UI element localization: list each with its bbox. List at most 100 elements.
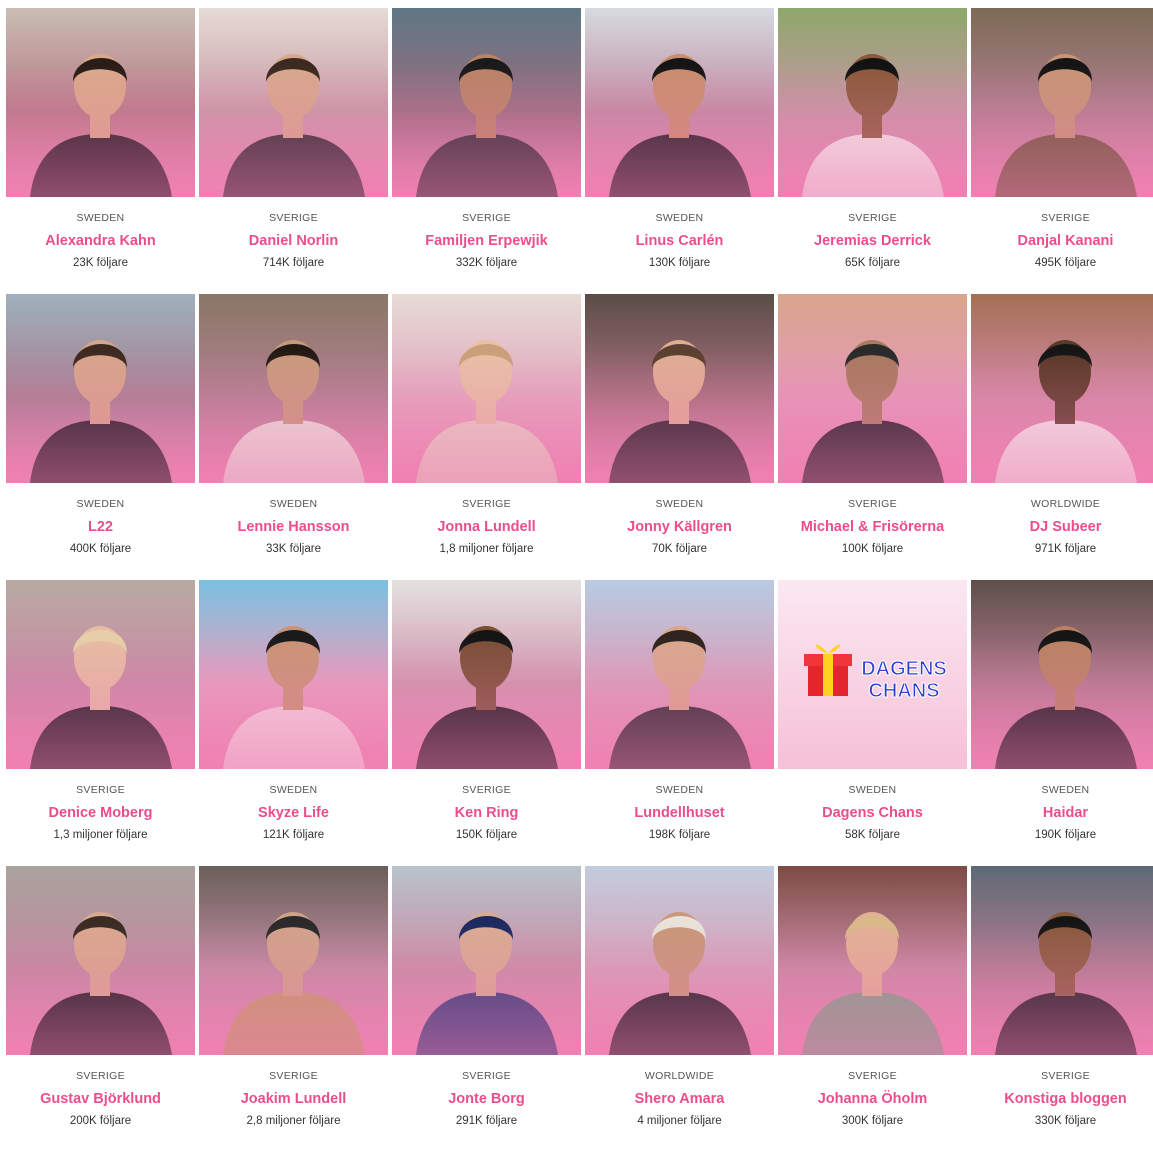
influencer-name[interactable]: Lundellhuset — [585, 804, 774, 822]
influencer-photo[interactable] — [392, 8, 581, 197]
influencer-card[interactable]: SVERIGE Denice Moberg 1,3 miljoner följa… — [6, 580, 195, 866]
influencer-photo[interactable] — [6, 8, 195, 197]
influencer-country: WORLDWIDE — [1030, 498, 1101, 510]
influencer-card[interactable]: WORLDWIDE Shero Amara 4 miljoner följare — [585, 866, 774, 1152]
influencer-card[interactable]: SWEDEN Jonny Källgren 70K följare — [585, 294, 774, 580]
influencer-card[interactable]: SVERIGE Johanna Öholm 300K följare — [778, 866, 967, 1152]
influencer-name[interactable]: Denice Moberg — [6, 804, 195, 822]
influencer-card[interactable]: SWEDEN L22 400K följare — [6, 294, 195, 580]
influencer-photo[interactable] — [585, 866, 774, 1055]
influencer-photo[interactable] — [971, 580, 1153, 769]
influencer-name[interactable]: Gustav Björklund — [6, 1090, 195, 1108]
influencer-name[interactable]: Haidar — [971, 804, 1153, 822]
influencer-name[interactable]: Familjen Erpewjik — [392, 232, 581, 250]
influencer-country: SWEDEN — [655, 784, 704, 796]
influencer-card[interactable]: SWEDEN Skyze Life 121K följare — [199, 580, 388, 866]
influencer-photo[interactable] — [392, 294, 581, 483]
influencer-followers: 1,8 miljoner följare — [439, 543, 534, 555]
influencer-country: SWEDEN — [655, 212, 704, 224]
influencer-name[interactable]: Alexandra Kahn — [6, 232, 195, 250]
influencer-followers: 330K följare — [1034, 1115, 1097, 1127]
influencer-country: SWEDEN — [76, 498, 125, 510]
influencer-photo[interactable] — [778, 8, 967, 197]
influencer-country: SVERIGE — [848, 498, 897, 510]
influencer-card[interactable]: SVERIGE Ken Ring 150K följare — [392, 580, 581, 866]
influencer-card[interactable]: SWEDEN Linus Carlén 130K följare — [585, 8, 774, 294]
influencer-photo[interactable] — [971, 866, 1153, 1055]
influencer-card[interactable]: SVERIGE Jonte Borg 291K följare — [392, 866, 581, 1152]
influencer-name[interactable]: Joakim Lundell — [199, 1090, 388, 1108]
influencer-followers: 121K följare — [262, 829, 325, 841]
influencer-card[interactable]: SWEDEN Alexandra Kahn 23K följare — [6, 8, 195, 294]
influencer-followers: 150K följare — [455, 829, 518, 841]
influencer-country: SWEDEN — [655, 498, 704, 510]
influencer-photo[interactable] — [392, 580, 581, 769]
influencer-followers: 971K följare — [1034, 543, 1097, 555]
influencer-photo[interactable] — [199, 8, 388, 197]
influencer-name[interactable]: Michael & Frisörerna — [778, 518, 967, 536]
influencer-card[interactable]: SVERIGE Konstiga bloggen 330K följare — [971, 866, 1153, 1152]
influencer-card[interactable]: SWEDEN Haidar 190K följare — [971, 580, 1153, 866]
influencer-meta: SWEDEN Lennie Hansson 33K följare — [199, 498, 388, 556]
influencer-photo[interactable] — [199, 866, 388, 1055]
influencer-name[interactable]: Jonny Källgren — [585, 518, 774, 536]
portrait-image — [416, 912, 558, 1055]
influencer-name[interactable]: Linus Carlén — [585, 232, 774, 250]
influencer-country: SVERIGE — [269, 212, 318, 224]
influencer-name[interactable]: Jeremias Derrick — [778, 232, 967, 250]
influencer-name[interactable]: Dagens Chans — [778, 804, 967, 822]
influencer-card[interactable]: SVERIGE Michael & Frisörerna 100K följar… — [778, 294, 967, 580]
influencer-photo[interactable] — [199, 294, 388, 483]
influencer-name[interactable]: L22 — [6, 518, 195, 536]
influencer-name[interactable]: Johanna Öholm — [778, 1090, 967, 1108]
influencer-photo[interactable] — [778, 294, 967, 483]
influencer-followers: 70K följare — [652, 543, 707, 555]
influencer-photo[interactable] — [6, 580, 195, 769]
influencer-name[interactable]: Jonna Lundell — [392, 518, 581, 536]
influencer-photo[interactable] — [199, 580, 388, 769]
portrait-image — [223, 626, 365, 769]
influencer-name[interactable]: Lennie Hansson — [199, 518, 388, 536]
influencer-card[interactable]: SVERIGE Gustav Björklund 200K följare — [6, 866, 195, 1152]
influencer-name[interactable]: Ken Ring — [392, 804, 581, 822]
influencer-meta: SWEDEN Linus Carlén 130K följare — [585, 212, 774, 270]
influencer-photo[interactable] — [585, 294, 774, 483]
dagens-chans-logo[interactable]: DAGENS CHANS — [778, 580, 967, 769]
portrait-image — [30, 912, 172, 1055]
influencer-photo[interactable] — [585, 580, 774, 769]
influencer-country: SWEDEN — [269, 784, 318, 796]
influencer-photo[interactable] — [971, 294, 1153, 483]
influencer-card[interactable]: SVERIGE Joakim Lundell 2,8 miljoner följ… — [199, 866, 388, 1152]
influencer-name[interactable]: Shero Amara — [585, 1090, 774, 1108]
influencer-card[interactable]: SVERIGE Familjen Erpewjik 332K följare — [392, 8, 581, 294]
influencer-country: SVERIGE — [269, 1070, 318, 1082]
influencer-card[interactable]: SWEDEN Lundellhuset 198K följare — [585, 580, 774, 866]
influencer-photo[interactable] — [6, 866, 195, 1055]
influencer-meta: SVERIGE Familjen Erpewjik 332K följare — [392, 212, 581, 270]
influencer-meta: SVERIGE Jonna Lundell 1,8 miljoner följa… — [392, 498, 581, 556]
influencer-card[interactable]: SVERIGE Daniel Norlin 714K följare — [199, 8, 388, 294]
influencer-card[interactable]: WORLDWIDE DJ Subeer 971K följare — [971, 294, 1153, 580]
influencer-card[interactable]: SVERIGE Jonna Lundell 1,8 miljoner följa… — [392, 294, 581, 580]
influencer-card[interactable]: SVERIGE Jeremias Derrick 65K följare — [778, 8, 967, 294]
influencer-name[interactable]: Daniel Norlin — [199, 232, 388, 250]
portrait-image — [30, 626, 172, 769]
influencer-photo[interactable] — [392, 866, 581, 1055]
portrait-image — [223, 54, 365, 197]
influencer-photo[interactable] — [585, 8, 774, 197]
influencer-photo[interactable] — [778, 866, 967, 1055]
influencer-card[interactable]: SVERIGE Danjal Kanani 495K följare — [971, 8, 1153, 294]
influencer-card[interactable]: DAGENS CHANS SWEDEN Dagens Chans 58K följ… — [778, 580, 967, 866]
influencer-card[interactable]: SWEDEN Lennie Hansson 33K följare — [199, 294, 388, 580]
influencer-grid: SWEDEN Alexandra Kahn 23K följare SVERIG… — [6, 8, 1153, 1152]
influencer-name[interactable]: Konstiga bloggen — [971, 1090, 1153, 1108]
influencer-name[interactable]: Skyze Life — [199, 804, 388, 822]
influencer-photo[interactable] — [971, 8, 1153, 197]
influencer-name[interactable]: Jonte Borg — [392, 1090, 581, 1108]
influencer-followers: 198K följare — [648, 829, 711, 841]
portrait-image — [609, 626, 751, 769]
influencer-name[interactable]: Danjal Kanani — [971, 232, 1153, 250]
influencer-name[interactable]: DJ Subeer — [971, 518, 1153, 536]
influencer-followers: 190K följare — [1034, 829, 1097, 841]
influencer-photo[interactable] — [6, 294, 195, 483]
